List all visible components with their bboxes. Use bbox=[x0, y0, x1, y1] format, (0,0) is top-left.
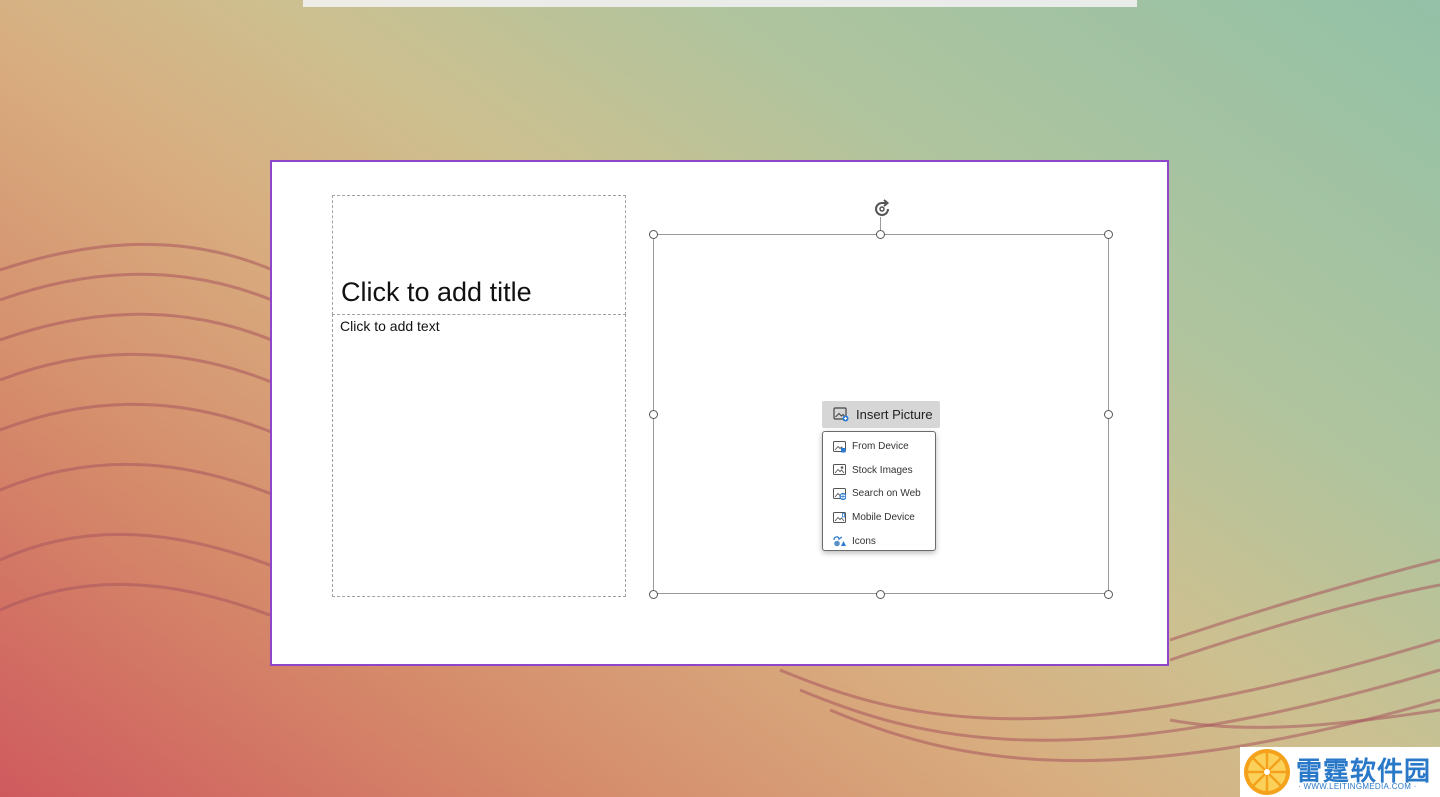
icons-shapes-icon bbox=[833, 536, 846, 547]
title-placeholder[interactable]: Click to add title bbox=[332, 195, 626, 315]
menu-item-label: Stock Images bbox=[852, 464, 913, 476]
resize-handle-top-right[interactable] bbox=[1104, 230, 1113, 239]
menu-item-icons[interactable]: Icons bbox=[823, 529, 935, 553]
watermark-url: · WWW.LEITINGMEDIA.COM · bbox=[1298, 782, 1417, 791]
resize-handle-top[interactable] bbox=[876, 230, 885, 239]
ribbon-edge bbox=[303, 0, 1137, 7]
picture-mobile-icon bbox=[833, 511, 846, 523]
picture-device-icon bbox=[833, 440, 846, 453]
menu-item-label: From Device bbox=[852, 441, 909, 453]
text-placeholder-text: Click to add text bbox=[340, 318, 440, 334]
resize-handle-right[interactable] bbox=[1104, 410, 1113, 419]
insert-picture-button[interactable]: Insert Picture bbox=[822, 401, 940, 428]
text-placeholder[interactable]: Click to add text bbox=[332, 314, 626, 597]
insert-picture-label: Insert Picture bbox=[856, 407, 933, 422]
orange-slice-logo-icon bbox=[1244, 749, 1290, 795]
stock-images-icon bbox=[833, 464, 846, 476]
picture-web-icon bbox=[833, 487, 846, 500]
resize-handle-bottom[interactable] bbox=[876, 590, 885, 599]
slide-editor-canvas: Click to add title Click to add text Ins… bbox=[0, 0, 1440, 797]
menu-item-from-device[interactable]: From Device bbox=[823, 435, 935, 459]
menu-item-label: Icons bbox=[852, 535, 876, 547]
menu-item-label: Search on Web bbox=[852, 488, 921, 500]
menu-item-mobile-device[interactable]: Mobile Device bbox=[823, 506, 935, 530]
resize-handle-top-left[interactable] bbox=[649, 230, 658, 239]
menu-item-stock-images[interactable]: Stock Images bbox=[823, 459, 935, 483]
menu-item-label: Mobile Device bbox=[852, 512, 915, 524]
insert-picture-icon bbox=[833, 407, 849, 422]
resize-handle-bottom-left[interactable] bbox=[649, 590, 658, 599]
menu-item-search-on-web[interactable]: Search on Web bbox=[823, 482, 935, 506]
title-placeholder-text: Click to add title bbox=[341, 277, 532, 307]
watermark: 雷霆软件园 · WWW.LEITINGMEDIA.COM · bbox=[1240, 747, 1440, 797]
slide[interactable]: Click to add title Click to add text Ins… bbox=[270, 160, 1169, 666]
rotate-icon[interactable] bbox=[871, 198, 893, 220]
resize-handle-bottom-right[interactable] bbox=[1104, 590, 1113, 599]
resize-handle-left[interactable] bbox=[649, 410, 658, 419]
insert-picture-menu: From Device Stock Images Search on Web M… bbox=[822, 431, 936, 551]
